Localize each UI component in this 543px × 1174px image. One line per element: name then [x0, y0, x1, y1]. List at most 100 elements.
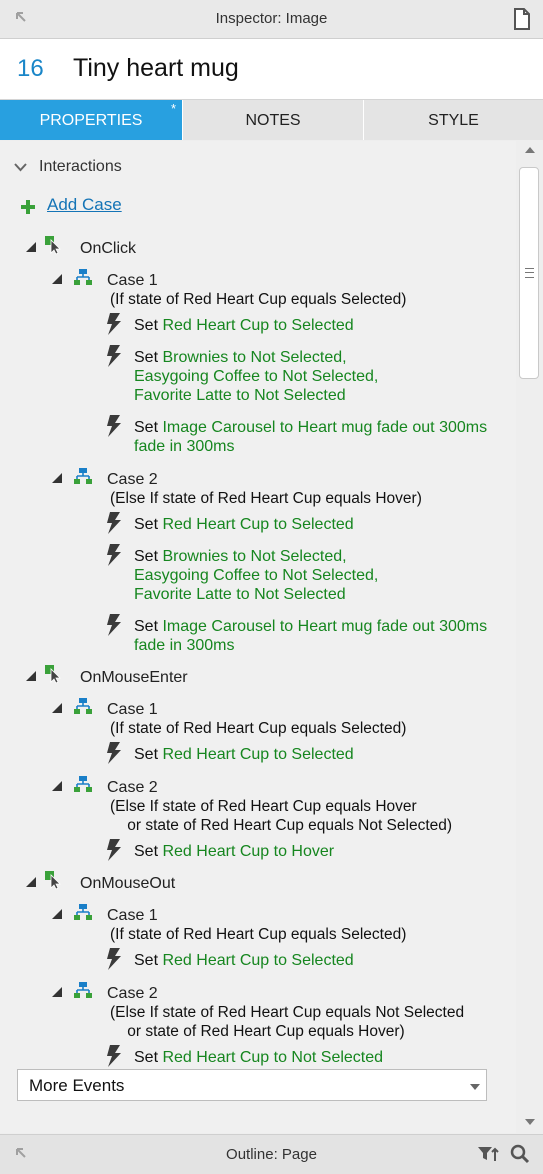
collapse-triangle-icon[interactable]: [52, 473, 62, 483]
action-target: Favorite Latte to Not Selected: [134, 586, 346, 603]
action-item[interactable]: Set Red Heart Cup to Selected: [134, 745, 354, 764]
action-verb: Set: [134, 746, 159, 763]
widget-number: 16: [17, 55, 44, 82]
scroll-thumb[interactable]: [519, 167, 539, 379]
action-verb: Set: [134, 1049, 159, 1066]
search-icon[interactable]: [510, 1144, 530, 1164]
plus-icon[interactable]: [20, 199, 36, 215]
action-target: Image Carousel to Heart mug fade out 300…: [162, 618, 488, 635]
case-condition: (Else If state of Red Heart Cup equals N…: [110, 1004, 465, 1040]
action-target: Easygoing Coffee to Not Selected,: [134, 368, 379, 385]
action-target: Red Heart Cup to Selected: [162, 516, 354, 533]
case-name[interactable]: Case 1: [107, 906, 158, 925]
lightning-bolt-icon: [107, 512, 121, 534]
collapse-triangle-icon[interactable]: [26, 671, 36, 681]
event-name[interactable]: OnMouseOut: [80, 874, 175, 893]
inspector-title-bar: Inspector: Image: [0, 0, 543, 39]
action-item[interactable]: Set Red Heart Cup to Selected: [134, 951, 354, 970]
lightning-bolt-icon: [107, 415, 121, 437]
action-verb: Set: [134, 843, 159, 860]
collapse-triangle-icon[interactable]: [26, 877, 36, 887]
action-target: fade in 300ms: [134, 637, 235, 654]
action-item[interactable]: Set Image Carousel to Heart mug fade out…: [134, 418, 487, 456]
case-flow-icon: [74, 982, 92, 998]
lightning-bolt-icon: [107, 839, 121, 861]
event-name[interactable]: OnClick: [80, 239, 136, 258]
scroll-up-arrow-icon[interactable]: [525, 147, 535, 153]
collapse-triangle-icon[interactable]: [52, 703, 62, 713]
add-case-link[interactable]: Add Case: [47, 195, 122, 215]
vertical-scrollbar[interactable]: [517, 141, 543, 1133]
lightning-bolt-icon: [107, 948, 121, 970]
action-target: Red Heart Cup to Selected: [162, 952, 354, 969]
action-target: Red Heart Cup to Not Selected: [162, 1049, 384, 1066]
case-name[interactable]: Case 1: [107, 700, 158, 719]
case-flow-icon: [74, 904, 92, 920]
case-condition: (If state of Red Heart Cup equals Select…: [110, 291, 407, 308]
more-events-label: More Events: [29, 1076, 125, 1095]
case-name[interactable]: Case 1: [107, 271, 158, 290]
case-flow-icon: [74, 776, 92, 792]
collapse-triangle-icon[interactable]: [26, 242, 36, 252]
tab-style[interactable]: STYLE: [364, 100, 543, 140]
event-cursor-icon: [45, 665, 61, 684]
lightning-bolt-icon: [107, 345, 121, 367]
event-cursor-icon: [45, 236, 61, 255]
action-target: Red Heart Cup to Hover: [162, 843, 335, 860]
case-name[interactable]: Case 2: [107, 470, 158, 489]
action-target: Image Carousel to Heart mug fade out 300…: [162, 419, 488, 436]
widget-header: 16 Tiny heart mug: [0, 39, 543, 100]
case-flow-icon: [74, 698, 92, 714]
lightning-bolt-icon: [107, 313, 121, 335]
action-verb: Set: [134, 618, 159, 635]
scroll-down-arrow-icon[interactable]: [525, 1119, 535, 1125]
action-item[interactable]: Set Brownies to Not Selected, Easygoing C…: [134, 348, 378, 405]
case-condition: (If state of Red Heart Cup equals Select…: [110, 926, 407, 943]
collapse-triangle-icon[interactable]: [52, 987, 62, 997]
collapse-triangle-icon[interactable]: [52, 909, 62, 919]
widget-name[interactable]: Tiny heart mug: [73, 54, 239, 83]
action-target: Brownies to Not Selected,: [162, 349, 347, 366]
case-condition: (Else If state of Red Heart Cup equals H…: [110, 798, 453, 834]
action-verb: Set: [134, 349, 159, 366]
action-verb: Set: [134, 516, 159, 533]
window-title: Inspector: Image: [215, 10, 328, 27]
case-flow-icon: [74, 269, 92, 285]
outline-bar: Outline: Page: [0, 1134, 543, 1174]
action-item[interactable]: Set Brownies to Not Selected, Easygoing C…: [134, 547, 378, 604]
action-verb: Set: [134, 548, 159, 565]
action-target: Brownies to Not Selected,: [162, 548, 347, 565]
action-item[interactable]: Set Red Heart Cup to Selected: [134, 316, 354, 335]
tab-notes[interactable]: NOTES: [183, 100, 364, 140]
outline-title: Outline: Page: [226, 1146, 317, 1163]
action-item[interactable]: Set Image Carousel to Heart mug fade out…: [134, 617, 487, 655]
grip-icon: [525, 268, 534, 278]
action-item[interactable]: Set Red Heart Cup to Hover: [134, 842, 334, 861]
action-target: fade in 300ms: [134, 438, 235, 455]
more-events-dropdown[interactable]: More Events: [17, 1069, 487, 1101]
action-verb: Set: [134, 317, 159, 334]
action-target: Easygoing Coffee to Not Selected,: [134, 567, 379, 584]
interactions-label: Interactions: [39, 158, 122, 175]
lightning-bolt-icon: [107, 614, 121, 636]
action-item[interactable]: Set Red Heart Cup to Selected: [134, 515, 354, 534]
collapse-triangle-icon[interactable]: [52, 781, 62, 791]
document-icon[interactable]: [513, 8, 531, 30]
action-item[interactable]: Set Red Heart Cup to Not Selected: [134, 1048, 383, 1067]
lightning-bolt-icon: [107, 742, 121, 764]
event-name[interactable]: OnMouseEnter: [80, 668, 188, 687]
action-verb: Set: [134, 952, 159, 969]
case-flow-icon: [74, 468, 92, 484]
action-target: Red Heart Cup to Selected: [162, 317, 354, 334]
tab-properties[interactable]: PROPERTIES *: [0, 100, 183, 140]
filter-icon[interactable]: [477, 1145, 499, 1163]
modified-marker: *: [170, 101, 176, 116]
action-target: Red Heart Cup to Selected: [162, 746, 354, 763]
collapse-triangle-icon[interactable]: [52, 274, 62, 284]
inspector-tabs: PROPERTIES * NOTES STYLE: [0, 100, 543, 140]
case-name[interactable]: Case 2: [107, 984, 158, 1003]
lightning-bolt-icon: [107, 544, 121, 566]
case-name[interactable]: Case 2: [107, 778, 158, 797]
action-target: Favorite Latte to Not Selected: [134, 387, 346, 404]
case-condition: (Else If state of Red Heart Cup equals H…: [110, 490, 422, 507]
